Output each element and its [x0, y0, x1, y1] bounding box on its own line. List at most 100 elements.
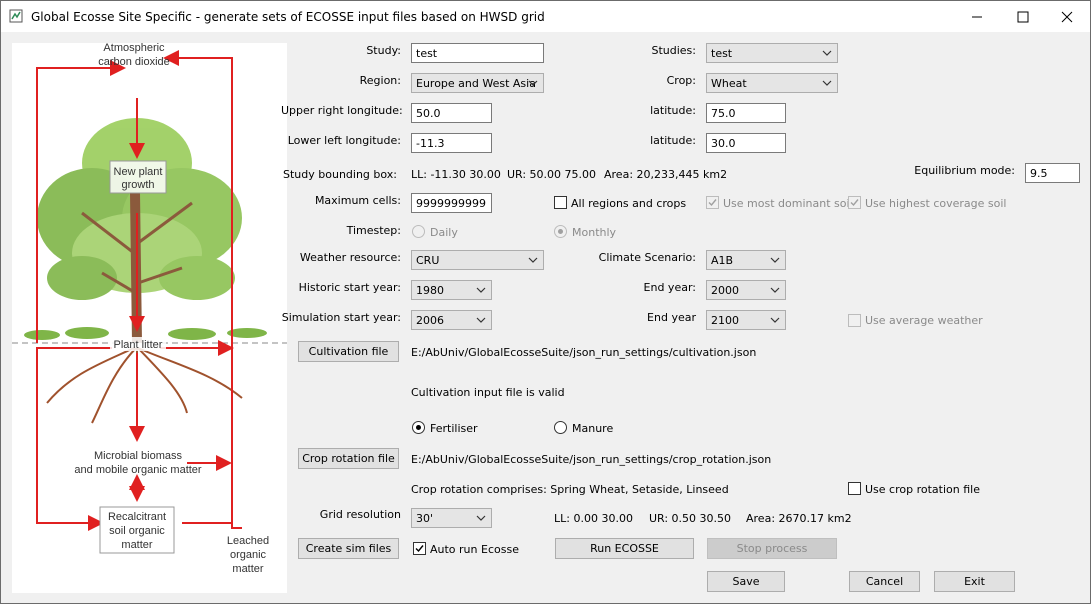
- fertiliser-label: Fertiliser: [430, 422, 478, 435]
- chevron-down-icon: [476, 317, 486, 323]
- maximize-icon: [1017, 11, 1029, 22]
- cultivation-file-button[interactable]: Cultivation file: [298, 341, 399, 362]
- rotation-comprises: Crop rotation comprises: Spring Wheat, S…: [411, 483, 729, 496]
- leached-label-2: organic: [230, 549, 267, 561]
- sim-start-label: Simulation start year:: [281, 311, 401, 324]
- chevron-down-icon: [528, 257, 538, 263]
- recalcitrant-label-2: soil organic: [109, 525, 165, 537]
- exit-button[interactable]: Exit: [934, 571, 1015, 592]
- ll-lon-input[interactable]: -11.3: [411, 133, 492, 153]
- litter-label: Plant litter: [114, 339, 163, 351]
- cultivation-path: E:/AbUniv/GlobalEcosseSuite/json_run_set…: [411, 346, 757, 359]
- manure-label: Manure: [572, 422, 614, 435]
- chevron-down-icon: [476, 287, 486, 293]
- hist-start-label: Historic start year:: [298, 281, 401, 294]
- bbox-area: Area: 20,233,445 km2: [604, 168, 728, 181]
- rotation-path: E:/AbUniv/GlobalEcosseSuite/json_run_set…: [411, 453, 772, 466]
- co2-label-1: Atmospheric: [103, 43, 165, 54]
- bbox-ll: LL: -11.30 30.00: [411, 168, 501, 181]
- auto-run-label: Auto run Ecosse: [430, 543, 519, 556]
- create-sim-files-button[interactable]: Create sim files: [298, 538, 399, 559]
- grid-ur: UR: 0.50 30.50: [649, 512, 732, 525]
- climate-combo[interactable]: A1B: [706, 250, 786, 270]
- ur-lat-input[interactable]: 75.0: [706, 103, 786, 123]
- hist-start-value: 1980: [416, 284, 444, 297]
- window-title: Global Ecosse Site Specific - generate s…: [31, 10, 545, 24]
- manure-radio[interactable]: [554, 421, 567, 434]
- close-button[interactable]: [1044, 1, 1090, 32]
- chevron-down-icon: [822, 50, 832, 56]
- sim-start-value: 2006: [416, 314, 444, 327]
- dominant-soil-label: Use most dominant soil: [723, 197, 853, 210]
- crop-value: Wheat: [711, 77, 747, 90]
- stop-process-button[interactable]: Stop process: [707, 538, 837, 559]
- bbox-label: Study bounding box:: [283, 168, 397, 181]
- region-combo[interactable]: Europe and West Asia: [411, 73, 544, 93]
- grid-label: Grid resolution: [319, 508, 401, 521]
- recalcitrant-label-1: Recalcitrant: [108, 511, 166, 523]
- app-icon: [9, 9, 23, 23]
- daily-radio[interactable]: [412, 225, 425, 238]
- crop-combo[interactable]: Wheat: [706, 73, 838, 93]
- ll-lat-input[interactable]: 30.0: [706, 133, 786, 153]
- ur-lat-label: latitude:: [650, 104, 696, 117]
- crop-rotation-file-button[interactable]: Crop rotation file: [298, 448, 399, 469]
- carbon-cycle-diagram: Atmospheric carbon dioxide New plant gro…: [12, 42, 287, 593]
- cancel-button[interactable]: Cancel: [849, 571, 920, 592]
- studies-value: test: [711, 47, 733, 60]
- co2-label-2: carbon dioxide: [98, 56, 170, 68]
- microbial-label-1: Microbial biomass: [94, 450, 183, 462]
- use-rotation-checkbox[interactable]: [848, 482, 861, 495]
- hist-end-combo[interactable]: 2000: [706, 280, 786, 300]
- ll-lat-label: latitude:: [650, 134, 696, 147]
- weather-combo[interactable]: CRU: [411, 250, 544, 270]
- minimize-button[interactable]: [954, 1, 1000, 32]
- chevron-down-icon: [476, 515, 486, 521]
- sim-end-value: 2100: [711, 314, 739, 327]
- maxcells-input[interactable]: 9999999999: [411, 193, 492, 213]
- ur-lon-input[interactable]: 50.0: [411, 103, 492, 123]
- chevron-down-icon: [822, 80, 832, 86]
- highest-coverage-checkbox[interactable]: [848, 196, 861, 209]
- hist-end-label: End year:: [643, 281, 696, 294]
- auto-run-checkbox[interactable]: [413, 542, 426, 555]
- monthly-radio[interactable]: [554, 225, 567, 238]
- grid-area: Area: 2670.17 km2: [746, 512, 852, 525]
- sim-end-combo[interactable]: 2100: [706, 310, 786, 330]
- studies-combo[interactable]: test: [706, 43, 838, 63]
- save-button[interactable]: Save: [707, 571, 785, 592]
- equilibrium-input[interactable]: 9.5: [1025, 163, 1080, 183]
- chevron-down-icon: [770, 287, 780, 293]
- fertiliser-radio[interactable]: [412, 421, 425, 434]
- hist-start-combo[interactable]: 1980: [411, 280, 492, 300]
- maximize-button[interactable]: [1000, 1, 1046, 32]
- tree-roots: [46, 347, 243, 424]
- climate-value: A1B: [711, 254, 734, 267]
- chevron-down-icon: [770, 317, 780, 323]
- study-label: Study:: [366, 44, 401, 57]
- avg-weather-checkbox[interactable]: [848, 314, 861, 327]
- check-icon: [850, 199, 859, 207]
- use-rotation-label: Use crop rotation file: [865, 483, 980, 496]
- crop-label: Crop:: [666, 74, 696, 87]
- title-bar: Global Ecosse Site Specific - generate s…: [1, 1, 1090, 32]
- plant-label-2: growth: [121, 179, 154, 191]
- grid-combo[interactable]: 30': [411, 508, 492, 528]
- all-regions-checkbox[interactable]: [554, 196, 567, 209]
- leached-label-3: matter: [232, 563, 264, 575]
- study-input[interactable]: test: [411, 43, 544, 63]
- sim-end-label: End year: [647, 311, 696, 324]
- sim-start-combo[interactable]: 2006: [411, 310, 492, 330]
- ll-lon-label: Lower left longitude:: [287, 134, 401, 147]
- leached-label-1: Leached: [227, 535, 269, 547]
- check-icon: [415, 545, 424, 553]
- minimize-icon: [972, 16, 982, 17]
- monthly-label: Monthly: [572, 226, 617, 239]
- hist-end-value: 2000: [711, 284, 739, 297]
- weather-label: Weather resource:: [299, 251, 401, 264]
- studies-label: Studies:: [651, 44, 696, 57]
- dominant-soil-checkbox[interactable]: [706, 196, 719, 209]
- ur-lon-label: Upper right longitude:: [281, 104, 403, 117]
- main-window: Global Ecosse Site Specific - generate s…: [0, 0, 1091, 604]
- run-ecosse-button[interactable]: Run ECOSSE: [555, 538, 694, 559]
